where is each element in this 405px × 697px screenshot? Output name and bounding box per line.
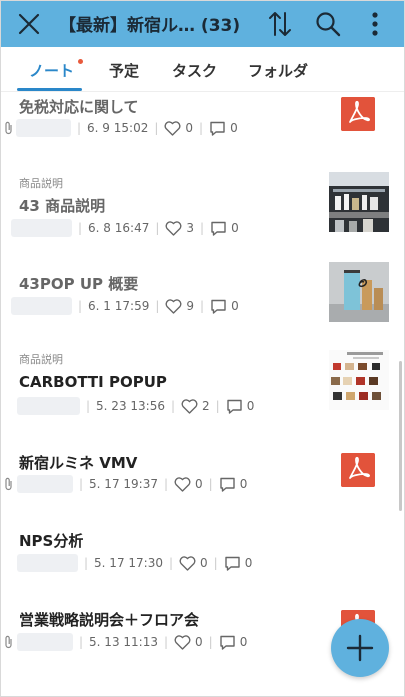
note-title: 営業戦略説明会＋フロア会 bbox=[19, 611, 200, 629]
author-avatar-placeholder bbox=[16, 119, 71, 137]
tab-bar: ノート 予定 タスク フォルダ bbox=[1, 47, 404, 92]
note-category: 商品説明 bbox=[19, 177, 63, 190]
add-note-button[interactable] bbox=[331, 619, 389, 677]
note-title: 43 商品説明 bbox=[19, 197, 106, 215]
note-title: 免税対応に関して bbox=[19, 98, 139, 116]
comment-count: 0 bbox=[230, 121, 238, 135]
author-avatar-placeholder bbox=[17, 554, 78, 572]
comment-count: 0 bbox=[231, 221, 239, 235]
comment-count: 0 bbox=[244, 556, 253, 570]
author-avatar-placeholder bbox=[11, 219, 72, 237]
note-date: 6. 8 16:47 bbox=[88, 221, 150, 235]
comment-icon[interactable] bbox=[219, 635, 236, 650]
note-date: 5. 13 11:13 bbox=[89, 635, 158, 649]
comment-icon[interactable] bbox=[226, 399, 243, 414]
note-meta: | 5. 13 11:13 | 0 | 0 bbox=[1, 632, 247, 652]
tab-schedule[interactable]: 予定 bbox=[109, 60, 139, 81]
note-meta: | 6. 9 15:02 | 0 | 0 bbox=[1, 118, 238, 138]
note-meta: | 5. 17 17:30 | 0 | 0 bbox=[1, 553, 252, 573]
close-icon[interactable] bbox=[15, 10, 43, 38]
author-avatar-placeholder bbox=[17, 475, 73, 493]
comment-icon[interactable] bbox=[209, 121, 226, 136]
comment-icon[interactable] bbox=[224, 556, 241, 571]
header-bar: 【最新】新宿ル… (33) bbox=[1, 1, 404, 47]
note-item[interactable]: 免税対応に関して | 6. 9 15:02 | 0 | 0 bbox=[1, 91, 404, 149]
note-category: 商品説明 bbox=[19, 353, 63, 366]
note-date: 6. 1 17:59 bbox=[88, 299, 150, 313]
note-meta: | 5. 17 19:37 | 0 | 0 bbox=[1, 474, 247, 494]
author-avatar-placeholder bbox=[17, 633, 73, 651]
scrollbar[interactable] bbox=[399, 361, 402, 511]
tab-folders[interactable]: フォルダ bbox=[248, 60, 308, 81]
thumbnail-image bbox=[329, 262, 389, 322]
thumbnail-image bbox=[329, 350, 389, 410]
comment-icon[interactable] bbox=[219, 477, 236, 492]
pdf-icon bbox=[341, 453, 375, 487]
tab-tasks[interactable]: タスク bbox=[172, 60, 217, 81]
note-date: 6. 9 15:02 bbox=[87, 121, 149, 135]
sort-icon[interactable] bbox=[267, 9, 293, 39]
attachment-icon bbox=[5, 477, 12, 491]
comment-icon[interactable] bbox=[210, 299, 227, 314]
comment-icon[interactable] bbox=[210, 221, 227, 236]
comment-count: 0 bbox=[246, 399, 255, 413]
note-meta: | 5. 23 13:56 | 2 | 0 bbox=[1, 396, 254, 416]
note-title: CARBOTTI POPUP bbox=[19, 373, 167, 391]
like-count: 9 bbox=[186, 299, 195, 313]
note-item[interactable]: 商品説明 CARBOTTI POPUP | 5. 23 13:56 | 2 | … bbox=[1, 345, 404, 421]
heart-icon[interactable] bbox=[174, 476, 191, 492]
comment-count: 0 bbox=[239, 635, 248, 649]
attachment-icon bbox=[5, 635, 12, 649]
like-count: 2 bbox=[202, 399, 210, 413]
comment-count: 0 bbox=[239, 477, 248, 491]
search-icon[interactable] bbox=[314, 10, 342, 38]
note-item[interactable]: 43POP UP 概要 | 6. 1 17:59 | 9 | 0 bbox=[1, 259, 404, 329]
author-avatar-placeholder bbox=[11, 297, 72, 315]
tab-notes[interactable]: ノート bbox=[29, 60, 74, 81]
heart-icon[interactable] bbox=[164, 120, 181, 136]
note-item[interactable]: 商品説明 43 商品説明 | 6. 8 16:47 | 3 | 0 bbox=[1, 169, 404, 241]
like-count: 0 bbox=[195, 477, 203, 491]
heart-icon[interactable] bbox=[179, 555, 196, 571]
heart-icon[interactable] bbox=[165, 298, 182, 314]
author-avatar-placeholder bbox=[17, 397, 80, 415]
note-title: 新宿ルミネ VMV bbox=[19, 454, 138, 472]
page-title: 【最新】新宿ル… (33) bbox=[59, 16, 241, 36]
note-title: 43POP UP 概要 bbox=[19, 275, 139, 293]
note-date: 5. 17 19:37 bbox=[89, 477, 158, 491]
note-title: NPS分析 bbox=[19, 532, 84, 550]
note-item[interactable]: 新宿ルミネ VMV | 5. 17 19:37 | 0 | 0 bbox=[1, 441, 404, 501]
heart-icon[interactable] bbox=[165, 220, 182, 236]
note-date: 5. 23 13:56 bbox=[96, 399, 165, 413]
app-window: 【最新】新宿ル… (33) ノート 予定 タスク フォルダ 免税対応に関して | bbox=[0, 0, 405, 697]
note-meta: | 6. 1 17:59 | 9 | 0 bbox=[1, 296, 239, 316]
heart-icon[interactable] bbox=[174, 634, 191, 650]
pdf-icon bbox=[341, 97, 375, 131]
notification-dot bbox=[78, 59, 83, 64]
like-count: 0 bbox=[200, 556, 208, 570]
plus-icon bbox=[346, 634, 374, 662]
comment-count: 0 bbox=[231, 299, 239, 313]
more-options-icon[interactable] bbox=[367, 10, 383, 38]
like-count: 0 bbox=[185, 121, 194, 135]
like-count: 0 bbox=[195, 635, 203, 649]
like-count: 3 bbox=[186, 221, 195, 235]
note-date: 5. 17 17:30 bbox=[94, 556, 163, 570]
heart-icon[interactable] bbox=[181, 398, 198, 414]
attachment-icon bbox=[5, 121, 12, 135]
note-meta: | 6. 8 16:47 | 3 | 0 bbox=[1, 218, 239, 238]
thumbnail-image bbox=[329, 172, 389, 232]
note-item[interactable]: NPS分析 | 5. 17 17:30 | 0 | 0 bbox=[1, 519, 404, 579]
